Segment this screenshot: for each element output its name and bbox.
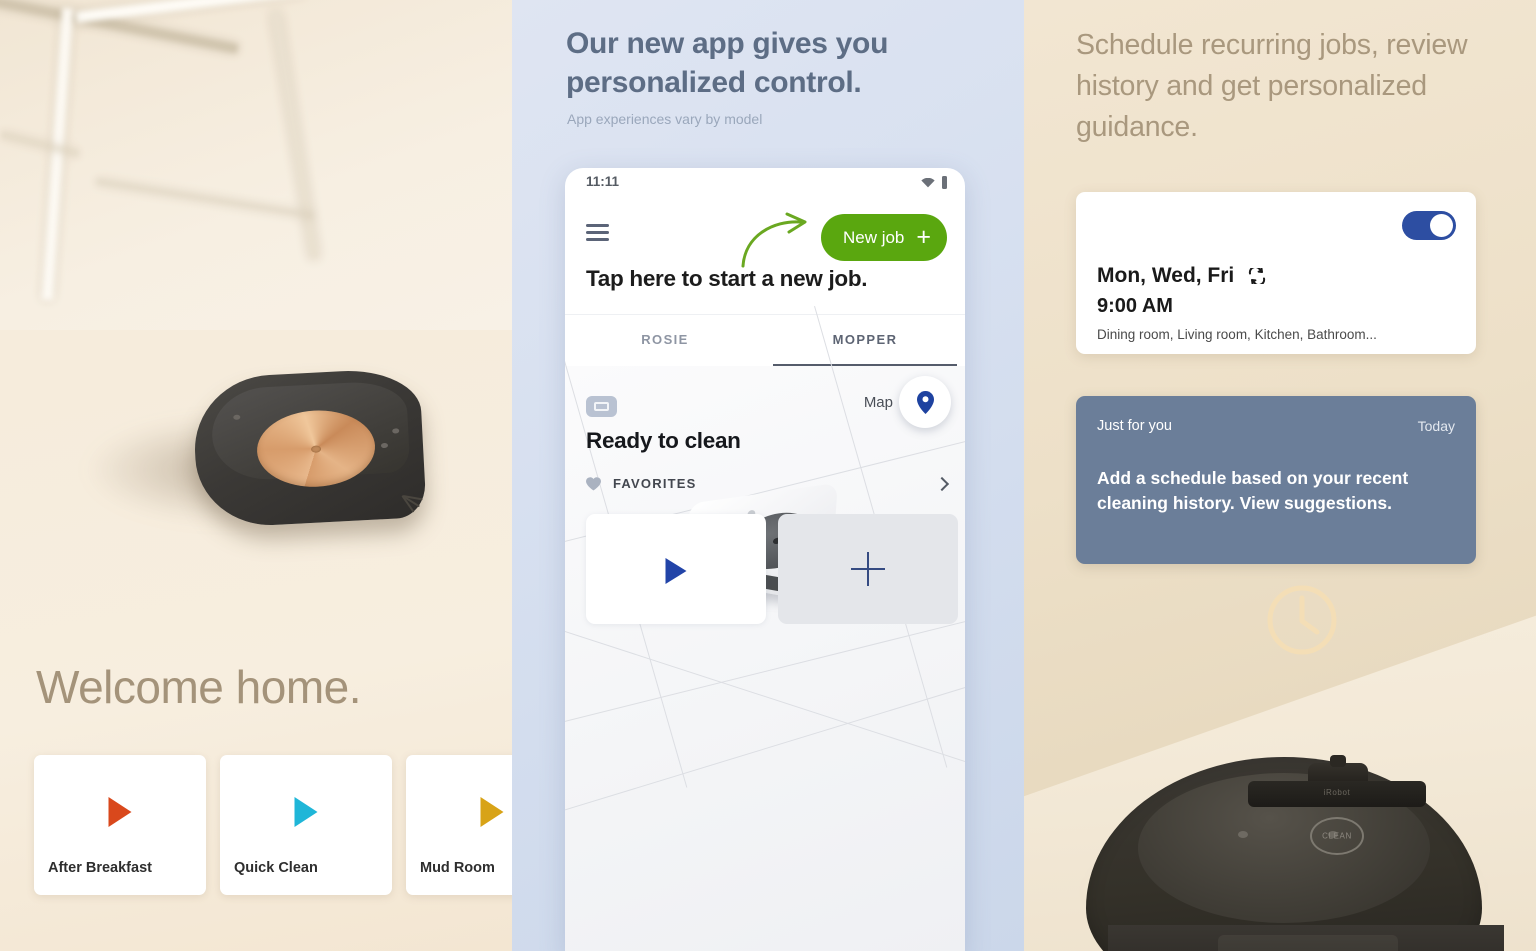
schedule-rooms: Dining room, Living room, Kitchen, Bathr… — [1097, 327, 1377, 342]
map-label: Map — [863, 394, 893, 411]
map-pin-icon — [916, 390, 934, 414]
just-for-you-date: Today — [1417, 418, 1455, 434]
panel-heading: Our new app gives you personalized contr… — [566, 27, 889, 99]
welcome-heading: Welcome home. — [36, 661, 362, 713]
robot-status-text: Ready to clean — [586, 428, 741, 453]
schedule-card[interactable]: Mon, Wed, Fri 9:00 AM Dining room, Livin… — [1076, 192, 1476, 354]
panel-subheading: App experiences vary by model — [567, 111, 763, 127]
phone-app-bar: New job + — [565, 198, 965, 272]
just-for-you-card[interactable]: Just for you Today Add a schedule based … — [1076, 396, 1476, 564]
favorite-card[interactable]: Quick Clean — [220, 755, 392, 895]
robot-tab-bar: ROSIE MOPPER — [565, 314, 965, 367]
phone-mockup: 11:11 New job + Tap here to start a new … — [565, 168, 965, 951]
clock-icon — [1267, 585, 1337, 655]
schedule-days: Mon, Wed, Fri — [1097, 264, 1235, 287]
favorites-cards — [586, 514, 958, 624]
screenshot-carousel: Welcome home. After Breakfast Quick Clea… — [0, 0, 1536, 951]
roomba-s9-photo — [80, 355, 435, 555]
schedule-days-row: Mon, Wed, Fri — [1097, 264, 1266, 288]
play-icon — [665, 558, 687, 584]
map-pin-button[interactable] — [899, 376, 951, 428]
favorite-run-card[interactable] — [586, 514, 766, 624]
schedule-toggle[interactable] — [1402, 211, 1456, 240]
play-icon — [294, 797, 318, 827]
curved-arrow-icon — [741, 212, 807, 268]
panel-schedule: Schedule recurring jobs, review history … — [1024, 0, 1536, 951]
just-for-you-title: Just for you — [1097, 418, 1172, 434]
map-view[interactable]: Map Ready to clean FAVORITES — [565, 306, 965, 951]
plus-icon — [851, 552, 885, 586]
panel-heading: Schedule recurring jobs, review history … — [1076, 29, 1468, 144]
schedule-time: 9:00 AM — [1097, 295, 1173, 317]
panel-app-control: Our new app gives you personalized contr… — [512, 0, 1024, 951]
play-icon — [480, 797, 504, 827]
favorites-label: FAVORITES — [613, 476, 697, 491]
hamburger-menu-icon[interactable] — [586, 224, 609, 245]
add-favorite-card[interactable] — [778, 514, 958, 624]
favorite-card[interactable]: After Breakfast — [34, 755, 206, 895]
status-bar-time: 11:11 — [586, 174, 620, 189]
favorite-card-label: Quick Clean — [234, 860, 318, 876]
tab-mopper[interactable]: MOPPER — [765, 315, 965, 367]
new-job-label: New job — [842, 227, 905, 247]
just-for-you-body: Add a schedule based on your recent clea… — [1097, 468, 1409, 513]
phone-status-bar: 11:11 — [565, 168, 965, 198]
favorite-card-label: After Breakfast — [48, 860, 152, 876]
play-icon — [108, 797, 132, 827]
roomba-i-series-photo: iRobot CLEAN — [1064, 721, 1504, 951]
battery-icon — [942, 176, 947, 189]
heart-icon — [586, 476, 601, 491]
repeat-icon — [1249, 268, 1266, 284]
favorite-card[interactable]: Mud Room — [406, 755, 512, 895]
battery-charging-icon — [586, 396, 617, 417]
panel-welcome-home: Welcome home. After Breakfast Quick Clea… — [0, 0, 512, 951]
chevron-right-icon[interactable] — [934, 476, 950, 491]
tap-callout-text: Tap here to start a new job. — [586, 266, 868, 291]
favorite-card-label: Mud Room — [420, 860, 495, 876]
plus-icon: + — [916, 223, 931, 251]
blurred-furniture-legs — [0, 0, 320, 301]
wifi-icon — [921, 177, 935, 187]
favorites-header[interactable]: FAVORITES — [586, 476, 950, 491]
favorites-card-row: After Breakfast Quick Clean Mud Room — [34, 755, 512, 895]
new-job-button[interactable]: New job + — [820, 214, 947, 261]
tab-rosie[interactable]: ROSIE — [565, 315, 765, 366]
